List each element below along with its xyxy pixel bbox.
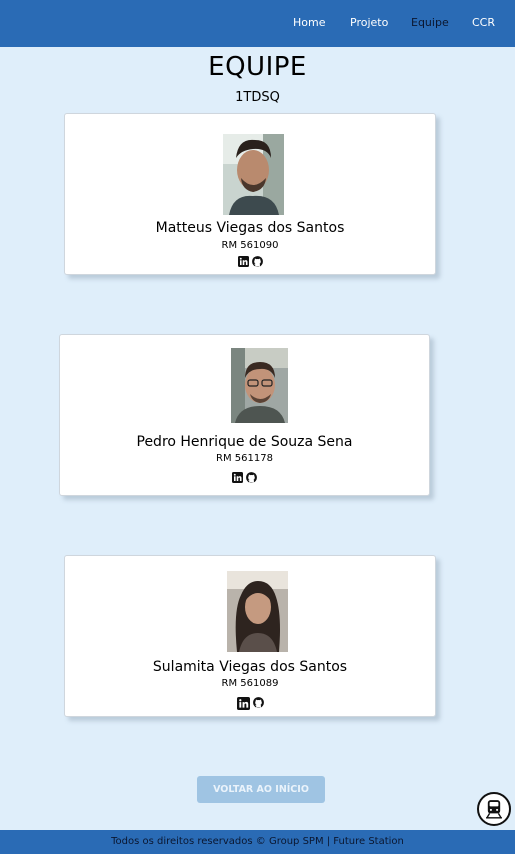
github-icon[interactable]	[251, 256, 263, 267]
social-links	[60, 472, 429, 483]
member-name: Pedro Henrique de Souza Sena	[136, 434, 353, 450]
page-title: EQUIPE	[208, 52, 307, 82]
page-subtitle: 1TDSQ	[235, 90, 280, 105]
member-photo	[227, 571, 288, 652]
member-rm: RM 561178	[216, 453, 273, 464]
member-rm: RM 561090	[221, 240, 279, 251]
member-name: Sulamita Viegas dos Santos	[152, 659, 348, 675]
footer: Todos os direitos reservados © Group SPM…	[0, 830, 515, 854]
github-icon[interactable]	[246, 472, 257, 483]
nav-equipe-link[interactable]: Equipe	[411, 16, 449, 29]
linkedin-icon[interactable]	[236, 697, 250, 710]
nav-projeto-link[interactable]: Projeto	[350, 16, 388, 29]
member-photo	[231, 348, 288, 423]
member-card: Matteus Viegas dos Santos RM 561090	[64, 113, 436, 275]
member-rm: RM 561089	[221, 678, 279, 689]
social-links	[65, 256, 435, 267]
member-photo	[223, 134, 284, 215]
nav-ccr-link[interactable]: CCR	[472, 16, 495, 29]
navbar: Home Projeto Equipe CCR	[0, 0, 515, 47]
member-card: Pedro Henrique de Souza Sena RM 561178	[59, 334, 430, 496]
nav-home-link[interactable]: Home	[293, 16, 325, 29]
linkedin-icon[interactable]	[237, 256, 249, 267]
member-card: Sulamita Viegas dos Santos RM 561089	[64, 555, 436, 717]
train-icon[interactable]	[477, 792, 511, 826]
github-icon[interactable]	[252, 697, 264, 708]
member-name: Matteus Viegas dos Santos	[155, 220, 345, 236]
linkedin-icon[interactable]	[232, 472, 243, 483]
back-to-home-button[interactable]: VOLTAR AO INÍCIO	[197, 776, 325, 803]
footer-text: Todos os direitos reservados © Group SPM…	[111, 836, 404, 847]
social-links	[65, 697, 435, 710]
